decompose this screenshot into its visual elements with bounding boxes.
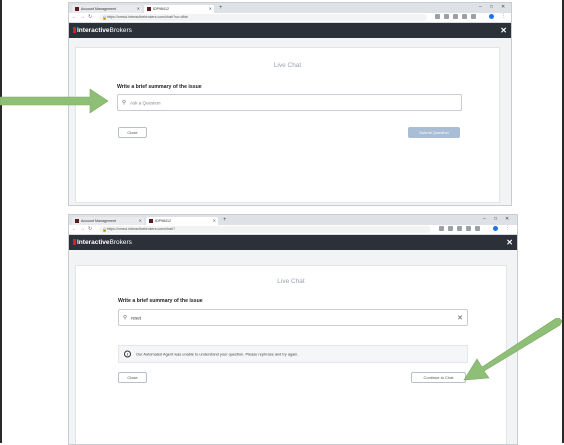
favicon-icon [147,7,151,12]
browser-window-2: Account Management ✕ IDP98412 ✕ + – □ ✕ … [68,214,518,445]
browser-menu-icon[interactable]: ⋮ [505,226,510,231]
favicon-icon [75,7,79,12]
browser-tab-active[interactable]: IDP98412 ✕ [146,217,218,225]
tab-close-icon[interactable]: ✕ [137,5,140,13]
url-field[interactable]: 🔒 https://nmsci.interactivebrokers.com/c… [99,226,431,233]
info-icon: i [124,350,131,358]
close-icon[interactable]: ✕ [500,23,507,38]
ib-header: InteractiveBrokers ✕ [69,235,517,250]
search-icon: ⚲ [123,314,128,321]
search-icon: ⚲ [122,99,127,106]
star-icon[interactable] [439,226,444,231]
browser-window-1: Account Management ✕ IDP98412 ✕ + – □ ✕ … [68,2,512,206]
extension-icon[interactable] [448,226,453,231]
url-text: https://nmsci.interactivebrokers.com/cha… [107,227,176,231]
tab-strip: Account Management ✕ IDP98412 ✕ + – □ ✕ [69,3,511,13]
tab-label: Account Management [81,219,116,223]
browser-tab-active[interactable]: IDP98412 ✕ [144,5,214,13]
right-arrow-icon [0,88,109,114]
forward-icon[interactable]: → [80,226,85,233]
submit-question-button[interactable]: Submit Question [408,127,460,138]
reload-icon[interactable]: ↻ [88,226,92,233]
browser-tab-account-management[interactable]: Account Management ✕ [72,5,142,13]
lock-icon: 🔒 [102,15,107,20]
back-icon[interactable]: ← [72,14,77,21]
tab-label: IDP98412 [153,7,169,11]
ib-logo: InteractiveBrokers [73,23,132,38]
tab-close-icon[interactable]: ✕ [209,5,212,13]
maximize-icon[interactable]: □ [490,3,493,12]
summary-label: Write a brief summary of the issue [118,298,203,304]
extension-icon[interactable] [444,14,449,19]
down-left-arrow-icon [463,318,563,381]
close-button[interactable]: Close [118,372,147,383]
new-tab-icon[interactable]: + [223,216,227,224]
tab-close-icon[interactable]: ✕ [139,217,142,225]
favicon-icon [149,219,153,224]
close-icon[interactable]: ✕ [506,235,513,250]
ib-logo-mark [73,27,76,33]
notice-text: Our Automated Agent was unable to unders… [136,351,299,357]
address-bar: ← → ↻ 🔒 https://nmsci.interactivebrokers… [69,225,517,235]
live-chat-card: Live Chat Write a brief summary of the i… [75,47,500,203]
tab-label: Account Management [81,7,116,11]
lock-icon: 🔒 [102,227,107,232]
tab-close-icon[interactable]: ✕ [213,217,216,225]
forward-icon[interactable]: → [80,14,85,21]
browser-tab-account-management[interactable]: Account Management ✕ [72,217,144,225]
extension-icon[interactable] [457,226,462,231]
extension-icon[interactable] [471,14,476,19]
favicon-icon [75,219,79,224]
ib-logo: InteractiveBrokers [73,235,132,250]
address-bar: ← → ↻ 🔒 https://nmsci.interactivebrokers… [69,13,511,23]
summary-input[interactable]: ⚲ Ask a Question [117,94,462,111]
star-icon[interactable] [435,14,440,19]
profile-avatar-icon[interactable] [493,226,498,231]
input-value: reset [131,315,142,320]
window-close-icon[interactable]: ✕ [501,3,505,12]
extension-icon[interactable] [453,14,458,19]
reload-icon[interactable]: ↻ [88,14,92,21]
input-placeholder: Ask a Question [130,100,161,105]
live-chat-card: Live Chat Write a brief summary of the i… [75,265,507,444]
window-close-icon[interactable]: ✕ [505,215,509,224]
profile-avatar-icon[interactable] [489,14,494,19]
extension-icon[interactable] [462,14,467,19]
extension-icon[interactable] [466,226,471,231]
minimize-icon[interactable]: – [483,215,486,224]
back-icon[interactable]: ← [72,226,77,233]
tab-strip: Account Management ✕ IDP98412 ✕ + – □ ✕ [69,215,517,225]
browser-menu-icon[interactable]: ⋮ [501,14,506,19]
page-edge-left [0,0,2,443]
url-field[interactable]: 🔒 https://nmsci.interactivebrokers.com/c… [99,14,427,21]
agent-notice: i Our Automated Agent was unable to unde… [118,345,468,363]
card-title: Live Chat [273,62,302,69]
summary-label: Write a brief summary of the issue [117,84,202,90]
tab-label: IDP98412 [155,219,171,223]
new-tab-icon[interactable]: + [219,4,223,12]
continue-to-chat-button[interactable]: Continue to Chat [411,372,466,383]
extension-icon[interactable] [475,226,480,231]
summary-input[interactable]: ⚲ reset ✕ [118,309,468,326]
card-title: Live Chat [277,278,305,285]
close-button[interactable]: Close [118,127,147,138]
ib-logo-mark [73,239,76,245]
maximize-icon[interactable]: □ [494,215,497,224]
url-text: https://nmsci.interactivebrokers.com/cha… [107,15,188,19]
minimize-icon[interactable]: – [479,3,482,12]
ib-header: InteractiveBrokers ✕ [69,23,511,38]
